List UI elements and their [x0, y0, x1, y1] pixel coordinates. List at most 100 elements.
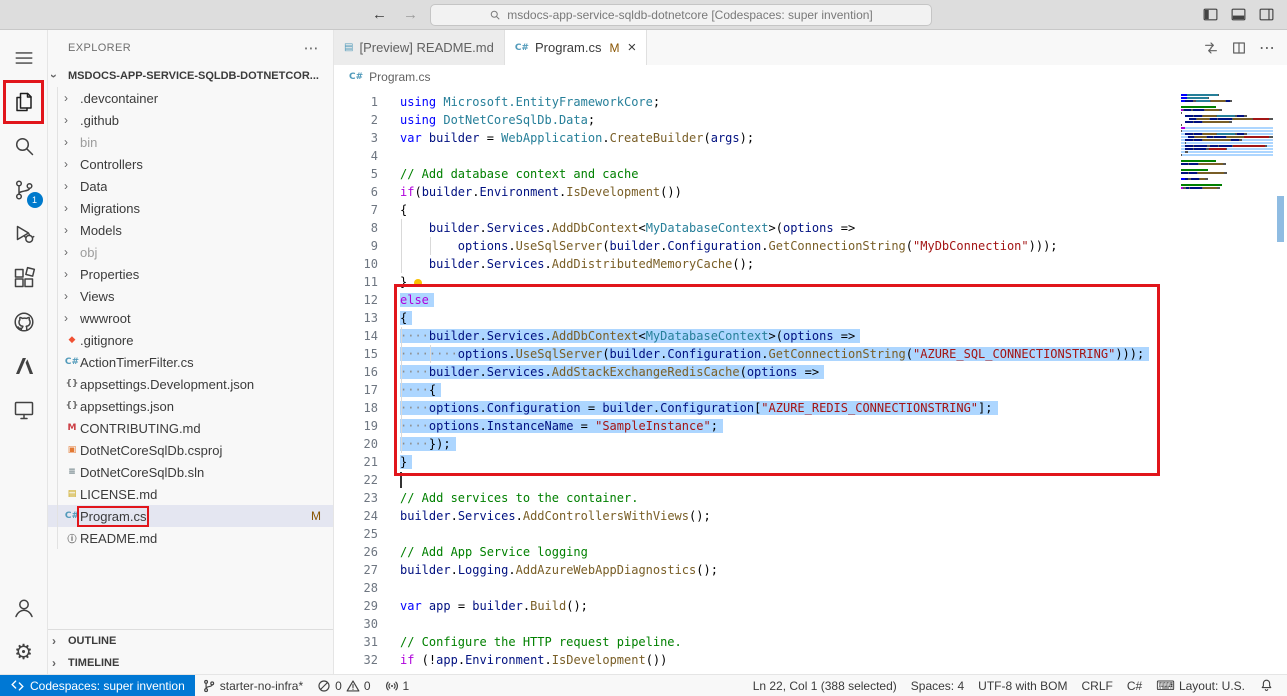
open-changes-icon[interactable]	[1203, 40, 1219, 56]
language-mode[interactable]: C#	[1120, 675, 1149, 696]
outline-panel-header[interactable]: › OUTLINE	[48, 630, 333, 652]
tree-item-readme-md[interactable]: ⓘREADME.md	[48, 527, 333, 549]
code-line[interactable]: 22	[334, 471, 1287, 489]
code-line[interactable]: 8 builder.Services.AddDbContext<MyDataba…	[334, 219, 1287, 237]
timeline-panel-header[interactable]: › TIMELINE	[48, 652, 333, 674]
chevron-down-icon: ›	[52, 69, 68, 83]
code-line[interactable]: 12else	[334, 291, 1287, 309]
eol[interactable]: CRLF	[1075, 675, 1120, 696]
remote-explorer-icon[interactable]	[0, 388, 48, 432]
code-line[interactable]: 19····options.InstanceName = "SampleInst…	[334, 417, 1287, 435]
breadcrumb-item[interactable]: Program.cs	[369, 70, 430, 84]
more-actions-icon[interactable]: ⋯	[1259, 38, 1275, 57]
code-line[interactable]: 28	[334, 579, 1287, 597]
forward-button[interactable]: →	[403, 6, 418, 23]
code-line[interactable]: 29var app = builder.Build();	[334, 597, 1287, 615]
back-button[interactable]: ←	[372, 6, 387, 23]
search-icon[interactable]	[0, 124, 48, 168]
code-line[interactable]: 30	[334, 615, 1287, 633]
close-icon[interactable]: ×	[627, 39, 636, 56]
minimap-line	[1181, 145, 1273, 147]
tree-root[interactable]: ›MSDOCS-APP-SERVICE-SQLDB-DOTNETCOR...	[48, 65, 333, 87]
run-debug-icon[interactable]	[0, 212, 48, 256]
tree-item-models[interactable]: ›Models	[48, 219, 333, 241]
code-line[interactable]: 3var builder = WebApplication.CreateBuil…	[334, 129, 1287, 147]
more-actions-icon[interactable]: ⋯	[304, 39, 319, 57]
cursor-position[interactable]: Ln 22, Col 1 (388 selected)	[746, 675, 904, 696]
settings-icon[interactable]: ⚙	[0, 630, 48, 674]
github-icon[interactable]	[0, 300, 48, 344]
tree-item-obj[interactable]: ›obj	[48, 241, 333, 263]
code-line[interactable]: 20····});	[334, 435, 1287, 453]
code-line[interactable]: 16····builder.Services.AddStackExchangeR…	[334, 363, 1287, 381]
code-line[interactable]: 23// Add services to the container.	[334, 489, 1287, 507]
code-line[interactable]: 9 options.UseSqlServer(builder.Configura…	[334, 237, 1287, 255]
tree-item-gitignore[interactable]: ◆.gitignore	[48, 329, 333, 351]
tree-item-dotnetcoresqldb-sln[interactable]: ≡DotNetCoreSqlDb.sln	[48, 461, 333, 483]
chevron-right-icon: ›	[64, 113, 80, 127]
code-line[interactable]: 13{	[334, 309, 1287, 327]
menu-icon[interactable]	[0, 36, 48, 80]
tab-preview-readme-md[interactable]: ▤[Preview] README.md	[334, 30, 505, 65]
code-line[interactable]: 5// Add database context and cache	[334, 165, 1287, 183]
code-line[interactable]: 7{	[334, 201, 1287, 219]
account-icon[interactable]	[0, 586, 48, 630]
code-line[interactable]: 11}	[334, 273, 1287, 291]
encoding[interactable]: UTF-8 with BOM	[971, 675, 1074, 696]
notifications[interactable]	[1252, 675, 1281, 696]
keyboard-layout[interactable]: ⌨Layout: U.S.	[1149, 675, 1252, 696]
tree-item-controllers[interactable]: ›Controllers	[48, 153, 333, 175]
code-line[interactable]: 2using DotNetCoreSqlDb.Data;	[334, 111, 1287, 129]
code-line[interactable]: 15········options.UseSqlServer(builder.C…	[334, 345, 1287, 363]
tree-item-devcontainer[interactable]: ›.devcontainer	[48, 87, 333, 109]
extensions-icon[interactable]	[0, 256, 48, 300]
tree-item-license-md[interactable]: ▤LICENSE.md	[48, 483, 333, 505]
code-line[interactable]: 24builder.Services.AddControllersWithVie…	[334, 507, 1287, 525]
tab-program-cs[interactable]: C#Program.csM×	[505, 30, 647, 65]
vertical-scrollbar[interactable]	[1273, 88, 1287, 674]
code-line[interactable]: 25	[334, 525, 1287, 543]
code-line[interactable]: 26// Add App Service logging	[334, 543, 1287, 561]
tree-item-wwwroot[interactable]: ›wwwroot	[48, 307, 333, 329]
tree-item-data[interactable]: ›Data	[48, 175, 333, 197]
layout-sidebar-icon[interactable]	[1202, 6, 1219, 23]
code-line[interactable]: 21}	[334, 453, 1287, 471]
problems-indicator[interactable]: 00	[310, 675, 377, 696]
tree-item-program-cs[interactable]: C#Program.csM	[48, 505, 333, 527]
tree-indent-guide	[57, 87, 58, 549]
layout-panel-icon[interactable]	[1230, 6, 1247, 23]
tree-item-migrations[interactable]: ›Migrations	[48, 197, 333, 219]
code-line[interactable]: 6if(builder.Environment.IsDevelopment())	[334, 183, 1287, 201]
tree-item-appsettings-development-json[interactable]: {}appsettings.Development.json	[48, 373, 333, 395]
tree-item-actiontimerfilter-cs[interactable]: C#ActionTimerFilter.cs	[48, 351, 333, 373]
code-line[interactable]: 27builder.Logging.AddAzureWebAppDiagnost…	[334, 561, 1287, 579]
code-line[interactable]: 32if (!app.Environment.IsDevelopment())	[334, 651, 1287, 669]
tree-item-views[interactable]: ›Views	[48, 285, 333, 307]
split-editor-icon[interactable]	[1231, 40, 1247, 56]
tree-item-dotnetcoresqldb-csproj[interactable]: ▣DotNetCoreSqlDb.csproj	[48, 439, 333, 461]
tree-item-contributing-md[interactable]: MCONTRIBUTING.md	[48, 417, 333, 439]
tree-item-github[interactable]: ›.github	[48, 109, 333, 131]
tree-item-bin[interactable]: ›bin	[48, 131, 333, 153]
code-line[interactable]: 10 builder.Services.AddDistributedMemory…	[334, 255, 1287, 273]
code-line[interactable]: 17····{	[334, 381, 1287, 399]
code-line[interactable]: 31// Configure the HTTP request pipeline…	[334, 633, 1287, 651]
source-control-icon[interactable]: 1	[0, 168, 48, 212]
tree-item-properties[interactable]: ›Properties	[48, 263, 333, 285]
code-line[interactable]: 14····builder.Services.AddDbContext<MyDa…	[334, 327, 1287, 345]
tree-item-appsettings-json[interactable]: {}appsettings.json	[48, 395, 333, 417]
code-line[interactable]: 1using Microsoft.EntityFrameworkCore;	[334, 93, 1287, 111]
indentation[interactable]: Spaces: 4	[904, 675, 971, 696]
minimap[interactable]	[1181, 88, 1273, 190]
ports-indicator[interactable]: 1	[378, 675, 417, 696]
chevron-right-icon: ›	[52, 634, 68, 648]
remote-indicator[interactable]: Codespaces: super invention	[0, 675, 195, 696]
command-center-search[interactable]: msdocs-app-service-sqldb-dotnetcore [Cod…	[430, 4, 932, 26]
code-line[interactable]: 18····options.Configuration = builder.Co…	[334, 399, 1287, 417]
code-line[interactable]: 4	[334, 147, 1287, 165]
azure-icon[interactable]	[0, 344, 48, 388]
explorer-icon[interactable]	[0, 80, 48, 124]
code-editor[interactable]: 1using Microsoft.EntityFrameworkCore;2us…	[334, 88, 1287, 674]
branch-indicator[interactable]: starter-no-infra*	[195, 675, 310, 696]
layout-secondary-sidebar-icon[interactable]	[1258, 6, 1275, 23]
